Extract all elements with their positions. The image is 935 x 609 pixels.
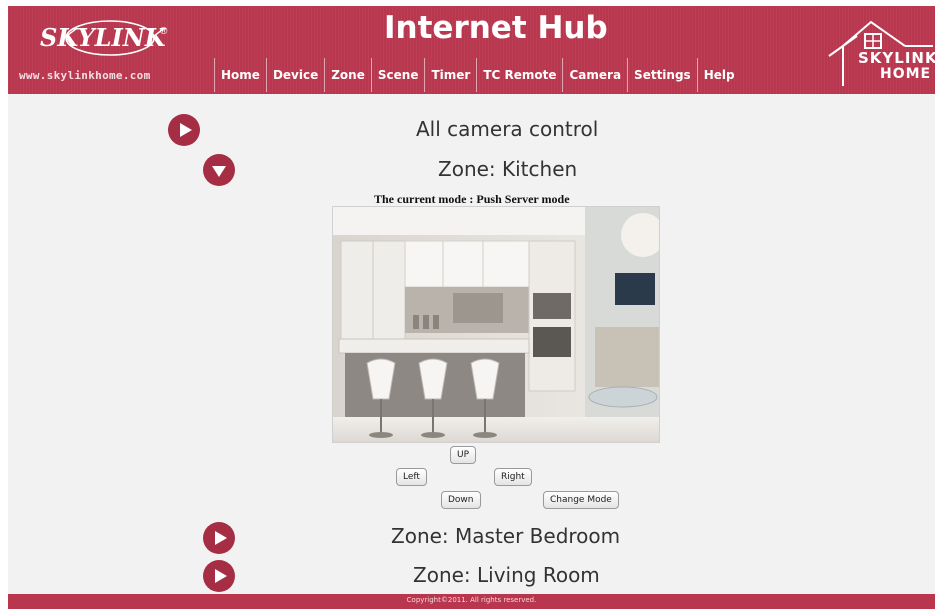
nav-item-device[interactable]: Device [265, 58, 324, 92]
footer-copyright: Copyright©2011. All rights reserved. [8, 594, 935, 609]
nav-item-camera[interactable]: Camera [562, 58, 627, 92]
camera-left-button[interactable]: Left [396, 468, 427, 486]
play-icon [215, 569, 227, 583]
camera-up-button[interactable]: UP [450, 446, 477, 464]
page-title: Internet Hub [384, 10, 608, 46]
zone-kitchen-collapse-button[interactable] [203, 154, 235, 186]
current-mode-text: The current mode : Push Server mode [374, 192, 570, 206]
nav-item-zone[interactable]: Zone [324, 58, 371, 92]
camera-feed-kitchen [332, 206, 660, 443]
site-header: SKYLINK ® www.skylinkhome.com Internet H… [8, 6, 935, 94]
nav-item-help[interactable]: Help [696, 58, 741, 92]
nav-item-scene[interactable]: Scene [370, 58, 425, 92]
house-logo-line2: HOME [880, 66, 932, 82]
all-camera-expand-button[interactable] [168, 114, 200, 146]
zone-master-bedroom-expand-button[interactable] [203, 522, 235, 554]
brand-url[interactable]: www.skylinkhome.com [19, 69, 151, 82]
nav-item-home[interactable]: Home [214, 58, 266, 92]
zone-living-room-label[interactable]: Zone: Living Room [413, 563, 600, 587]
play-icon [215, 531, 227, 545]
skylink-logo[interactable]: SKYLINK ® [32, 16, 182, 60]
svg-text:®: ® [160, 26, 168, 37]
zone-master-bedroom-label[interactable]: Zone: Master Bedroom [391, 524, 620, 548]
zone-living-room-expand-button[interactable] [203, 560, 235, 592]
nav-item-settings[interactable]: Settings [627, 58, 697, 92]
zone-kitchen-label[interactable]: Zone: Kitchen [438, 157, 577, 181]
chevron-down-icon [212, 166, 226, 177]
play-icon [180, 123, 192, 137]
brand-name-text: SKYLINK [40, 23, 167, 52]
house-logo-line1: SKYLINK [858, 49, 935, 67]
camera-down-button[interactable]: Down [441, 491, 481, 509]
nav-item-timer[interactable]: Timer [424, 58, 476, 92]
main-nav: Home Device Zone Scene Timer TC Remote Camera S… [214, 58, 741, 92]
camera-right-button[interactable]: Right [494, 468, 532, 486]
nav-item-tc-remote[interactable]: TC Remote [476, 58, 562, 92]
page-frame: SKYLINK ® www.skylinkhome.com Internet H… [8, 6, 935, 609]
change-mode-button[interactable]: Change Mode [543, 491, 619, 509]
all-camera-control-label[interactable]: All camera control [416, 117, 598, 141]
